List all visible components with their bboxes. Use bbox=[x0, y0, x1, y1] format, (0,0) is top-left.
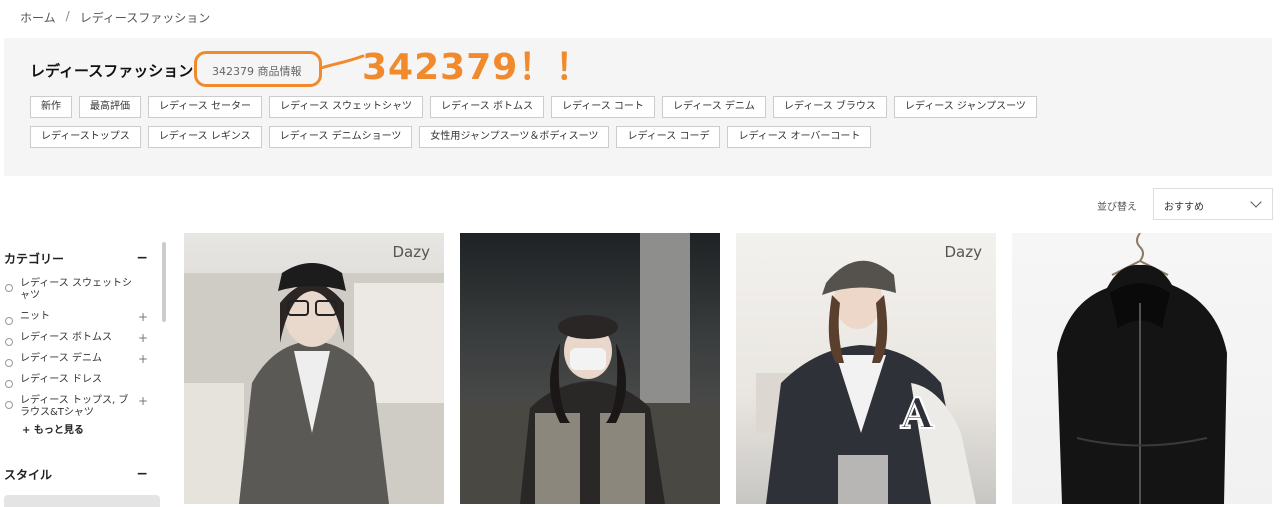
collapse-icon[interactable]: − bbox=[136, 250, 148, 266]
category-item-sweatshirt[interactable]: レディース スウェットシャツ bbox=[4, 278, 132, 302]
tag-tops[interactable]: レディーストップス bbox=[30, 126, 141, 148]
tag-leggings[interactable]: レディース レギンス bbox=[147, 126, 262, 148]
radio-icon[interactable] bbox=[5, 284, 13, 292]
category-label: レディース トップス, ブラウス&Tシャツ bbox=[20, 395, 129, 418]
chevron-down-icon bbox=[1250, 196, 1262, 208]
filter-sidebar: カテゴリー − レディース スウェットシャツ ニット + レディース ボトムス … bbox=[0, 240, 168, 507]
tag-new[interactable]: 新作 bbox=[30, 96, 72, 118]
sort-label: 並び替え bbox=[1097, 202, 1137, 213]
product-card[interactable] bbox=[1012, 233, 1272, 504]
annotation-text: 342379！！ bbox=[362, 47, 593, 88]
breadcrumb-current: レディースファッション bbox=[79, 11, 211, 25]
tweed-jacket-photo bbox=[460, 233, 720, 504]
breadcrumb: ホーム / レディースファッション bbox=[20, 9, 210, 26]
brand-label: Dazy bbox=[392, 243, 431, 261]
radio-icon[interactable] bbox=[5, 380, 13, 388]
tag-jumpsuit[interactable]: レディース ジャンプスーツ bbox=[893, 96, 1037, 118]
radio-icon[interactable] bbox=[5, 359, 13, 367]
style-filter-title: スタイル bbox=[4, 468, 53, 482]
product-card[interactable]: A Dazy bbox=[736, 233, 996, 504]
product-card[interactable] bbox=[460, 233, 720, 504]
expand-icon[interactable]: + bbox=[138, 395, 148, 407]
gray-cardigan-photo bbox=[184, 263, 444, 504]
sort-select[interactable]: おすすめ bbox=[1153, 188, 1273, 220]
sidebar-scrollbar[interactable] bbox=[162, 242, 166, 322]
radio-icon[interactable] bbox=[5, 338, 13, 346]
sort-selected-value: おすすめ bbox=[1164, 202, 1204, 213]
brand-label: Dazy bbox=[944, 243, 983, 261]
page-title: レディースファッション bbox=[30, 62, 194, 80]
tag-sweatshirt[interactable]: レディース スウェットシャツ bbox=[268, 96, 423, 118]
category-label: レディース スウェットシャツ bbox=[20, 278, 132, 301]
category-label: レディース デニム bbox=[20, 353, 102, 364]
tag-bottoms[interactable]: レディース ボトムス bbox=[429, 96, 544, 118]
expand-icon[interactable]: + bbox=[138, 332, 148, 344]
product-card[interactable]: Dazy bbox=[184, 233, 444, 504]
category-item-knit[interactable]: ニット + bbox=[4, 311, 152, 325]
product-grid: Dazy A Dazy bbox=[184, 233, 1272, 504]
expand-icon[interactable]: + bbox=[138, 311, 148, 323]
breadcrumb-home-link[interactable]: ホーム bbox=[20, 9, 56, 26]
category-item-dress[interactable]: レディース ドレス bbox=[4, 374, 152, 388]
category-label: レディース ボトムス bbox=[20, 332, 112, 343]
breadcrumb-separator: / bbox=[65, 9, 70, 23]
category-filter-header[interactable]: カテゴリー − bbox=[4, 250, 148, 267]
sidebar-bottom-panel bbox=[4, 495, 160, 507]
style-filter-header[interactable]: スタイル − bbox=[4, 466, 148, 483]
svg-text:A: A bbox=[900, 389, 935, 438]
tag-top-rated[interactable]: 最高評価 bbox=[79, 96, 141, 118]
expand-icon[interactable]: + bbox=[138, 353, 148, 365]
tag-sweater[interactable]: レディース セーター bbox=[148, 96, 262, 118]
tag-bodysuit[interactable]: 女性用ジャンプスーツ＆ボディスーツ bbox=[419, 126, 610, 148]
highlight-ellipse bbox=[194, 51, 322, 87]
category-filter-title: カテゴリー bbox=[4, 252, 65, 266]
tag-denim[interactable]: レディース デニム bbox=[661, 96, 766, 118]
radio-icon[interactable] bbox=[5, 401, 13, 409]
category-item-denim[interactable]: レディース デニム + bbox=[4, 353, 152, 367]
collapse-icon[interactable]: − bbox=[136, 466, 148, 482]
category-item-bottoms[interactable]: レディース ボトムス + bbox=[4, 332, 152, 346]
category-item-tops[interactable]: レディース トップス, ブラウス&Tシャツ + bbox=[4, 395, 152, 419]
category-header: レディースファッション 342379 商品情報 342379！！ 新作 最高評価… bbox=[4, 38, 1272, 176]
category-label: レディース ドレス bbox=[20, 374, 102, 385]
varsity-jacket-photo: A bbox=[756, 260, 976, 504]
tag-coat[interactable]: レディース コート bbox=[550, 96, 655, 118]
radio-icon[interactable] bbox=[5, 317, 13, 325]
category-label: ニット bbox=[20, 311, 50, 322]
tag-overcoat[interactable]: レディース オーバーコート bbox=[727, 126, 872, 148]
category-list: レディース スウェットシャツ ニット + レディース ボトムス + レディース … bbox=[4, 278, 152, 428]
tag-list: 新作 最高評価 レディース セーター レディース スウェットシャツ レディース … bbox=[30, 96, 1140, 148]
tag-blouse[interactable]: レディース ブラウス bbox=[772, 96, 887, 118]
black-hooded-jacket-photo bbox=[1057, 233, 1227, 504]
show-more-link[interactable]: + もっと見る bbox=[22, 421, 84, 436]
tag-denim-shorts[interactable]: レディース デニムショーツ bbox=[268, 126, 413, 148]
tag-outfit[interactable]: レディース コーデ bbox=[616, 126, 721, 148]
